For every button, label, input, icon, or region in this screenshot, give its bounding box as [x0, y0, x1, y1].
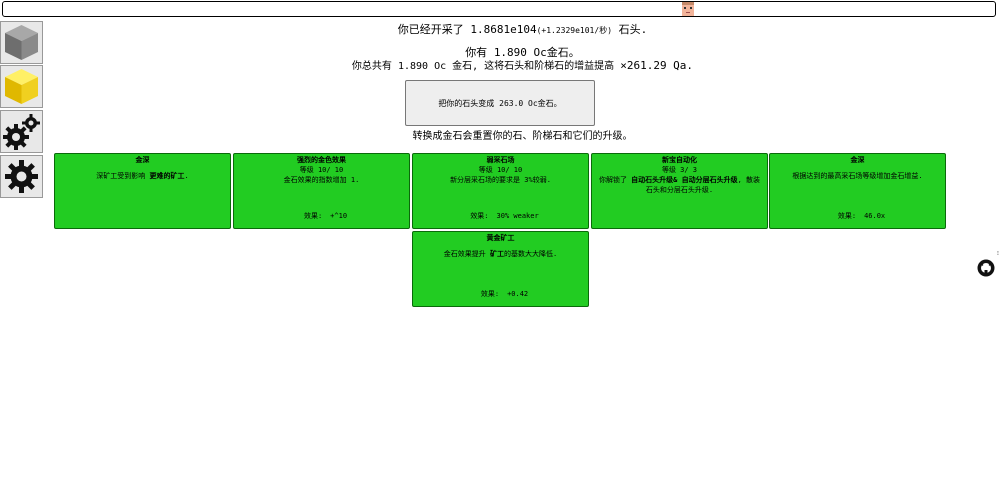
- upgrade-effect: 效果: 46.0x: [770, 212, 945, 222]
- github-icon[interactable]: [977, 259, 995, 277]
- upgrade-level: 等级 10/ 10: [299, 165, 344, 174]
- upgrade-card[interactable]: 强烈的金色效果 等级 10/ 10 金石效果的指数增加 1. 效果: +^10: [233, 153, 410, 229]
- mined-value: 1.8681e104: [470, 23, 537, 36]
- effect-label: 效果:: [303, 212, 323, 220]
- upgrade-description: 金石效果的指数增加 1.: [283, 176, 360, 184]
- automation-tab[interactable]: [0, 110, 43, 153]
- mined-rate: (+1.2329e101/秒): [536, 26, 613, 35]
- mined-stone-line: 你已经开采了 1.8681e104(+1.2329e101/秒) 石头.: [45, 21, 1000, 37]
- upgrade-title: 金深: [135, 156, 150, 164]
- gold-boost-line: 你总共有 1.890 Oc 金石, 这将石头和阶梯石的增益提高 ×261.29 …: [45, 57, 1000, 72]
- gears-icon: [3, 114, 40, 150]
- top-progress-bar: [2, 1, 996, 17]
- upgrade-title: 新宝自动化: [662, 156, 697, 164]
- upgrade-description: 你解锁了 自动石头升级& 自动分层石头升级, 散装石头和分层石头升级.: [598, 176, 761, 194]
- upgrade-level: 等级 3/ 3: [661, 165, 698, 174]
- upgrade-title: 弱采石场: [486, 156, 515, 164]
- upgrade-card[interactable]: 黄金矿工 金石效果提升 矿工的基数大大降低. 效果: +0.42: [412, 231, 589, 307]
- upgrade-level: 等级 10/ 10: [478, 165, 523, 174]
- gear-icon: [5, 160, 38, 193]
- upgrade-title: 强烈的金色效果: [297, 156, 346, 164]
- upgrade-card[interactable]: 金深 根据达到的最高采石场等级增加金石增益. 效果: 46.0x: [769, 153, 946, 229]
- effect-value: 46.0x: [864, 212, 886, 220]
- player-face-icon[interactable]: [681, 1, 695, 17]
- effect-label: 效果:: [480, 290, 500, 298]
- upgrade-card[interactable]: 弱采石场 等级 10/ 10 新分层采石场的要求是 3%较弱. 效果: 30% w…: [412, 153, 589, 229]
- total-text: 你总共有 1.890 Oc 金石, 这将石头和阶梯石的增益提高: [351, 61, 615, 72]
- settings-tab[interactable]: [0, 155, 43, 198]
- effect-value: 30% weaker: [496, 212, 539, 220]
- effect-value: +^10: [330, 212, 348, 220]
- upgrade-effect: 效果: +0.42: [413, 290, 588, 300]
- boost-multiplier: ×261.29 Qa.: [620, 59, 694, 72]
- upgrade-description: 根据达到的最高采石场等级增加金石增益.: [792, 171, 923, 180]
- gold-tab[interactable]: [0, 65, 43, 108]
- convert-to-gold-button[interactable]: 把你的石头变成 263.0 Oc金石。: [405, 80, 595, 126]
- side-dots: ⁝: [997, 250, 999, 257]
- upgrade-effect: 效果: 30% weaker: [413, 212, 588, 222]
- upgrade-title: 金深: [850, 156, 865, 164]
- upgrade-card[interactable]: 金深 深矿工受到影响 更难的矿工.: [54, 153, 231, 229]
- upgrade-description: 新分层采石场的要求是 3%较弱.: [450, 176, 551, 184]
- upgrade-description: 金石效果提升 矿工的基数大大降低.: [443, 249, 558, 258]
- stone-tab[interactable]: [0, 21, 43, 64]
- upgrade-effect: 效果: +^10: [234, 212, 409, 222]
- upgrade-description: 深矿工受到影响 更难的矿工.: [96, 171, 189, 180]
- upgrade-card[interactable]: 新宝自动化 等级 3/ 3 你解锁了 自动石头升级& 自动分层石头升级, 散装石…: [591, 153, 768, 229]
- effect-label: 效果:: [470, 212, 489, 220]
- gold-cube-icon: [5, 69, 38, 104]
- mined-prefix: 你已经开采了: [397, 23, 464, 36]
- effect-label: 效果:: [837, 212, 857, 220]
- stone-cube-icon: [5, 25, 38, 60]
- upgrade-title: 黄金矿工: [486, 234, 515, 242]
- effect-value: +0.42: [507, 290, 529, 298]
- mined-suffix: 石头.: [618, 23, 648, 36]
- reset-note: 转换成金石会重置你的石、阶梯石和它们的升级。: [412, 131, 633, 142]
